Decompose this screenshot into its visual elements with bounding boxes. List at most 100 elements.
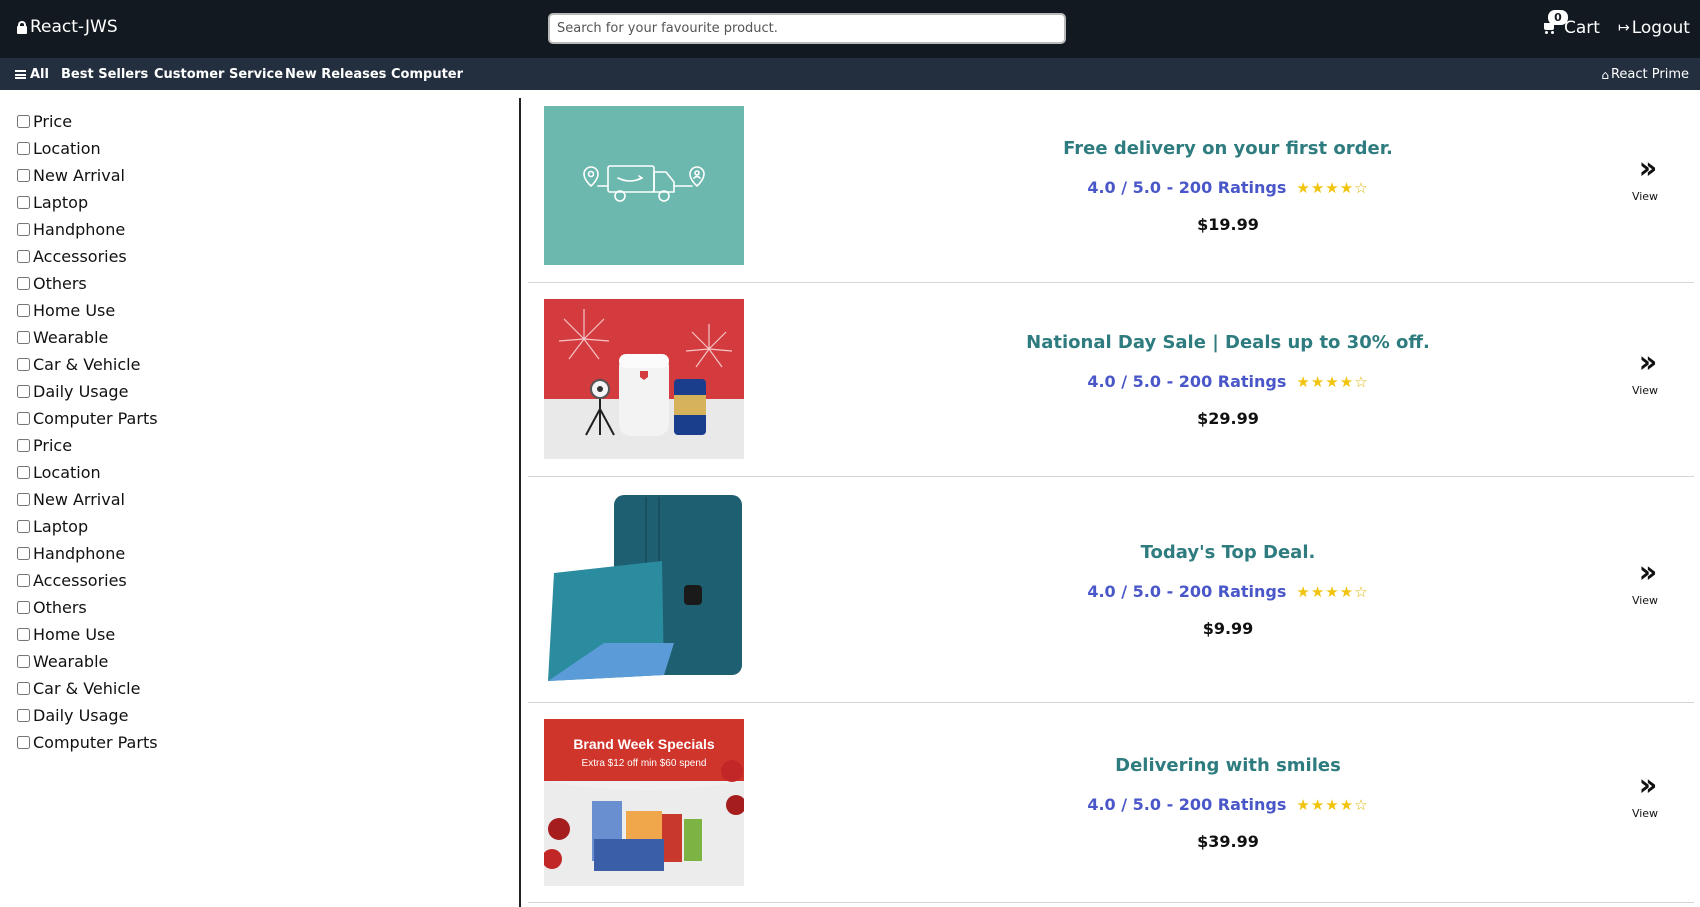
filter-option[interactable]: Home Use xyxy=(16,297,506,324)
filter-option[interactable]: New Arrival xyxy=(16,486,506,513)
star-rating-icon: ★★★★☆ xyxy=(1296,795,1369,814)
rating-text: 4.0 / 5.0 - 200 Ratings xyxy=(1087,372,1287,391)
logout-icon: ↦ xyxy=(1618,20,1630,36)
filter-checkbox[interactable] xyxy=(17,709,30,722)
filter-checkbox[interactable] xyxy=(17,736,30,749)
star-rating-icon: ★★★★☆ xyxy=(1296,372,1369,391)
filter-option[interactable]: Laptop xyxy=(16,189,506,216)
filter-checkbox[interactable] xyxy=(17,277,30,290)
filter-checkbox[interactable] xyxy=(17,250,30,263)
filter-checkbox[interactable] xyxy=(17,331,30,344)
filter-option[interactable]: Price xyxy=(16,432,506,459)
filter-option[interactable]: Home Use xyxy=(16,621,506,648)
rating-text: 4.0 / 5.0 - 200 Ratings xyxy=(1087,582,1287,601)
product-rating: 4.0 / 5.0 - 200 Ratings ★★★★☆ xyxy=(828,178,1628,197)
filter-checkbox[interactable] xyxy=(17,547,30,560)
filter-label: Location xyxy=(33,463,101,482)
filter-label: Car & Vehicle xyxy=(33,679,141,698)
nav-all-button[interactable]: All xyxy=(15,67,49,82)
filter-option[interactable]: Computer Parts xyxy=(16,405,506,432)
double-chevron-right-icon: ›› xyxy=(1638,151,1658,186)
filter-option[interactable]: Handphone xyxy=(16,216,506,243)
product-title[interactable]: Free delivery on your first order. xyxy=(828,138,1628,159)
filter-checkbox[interactable] xyxy=(17,304,30,317)
product-row: National Day Sale | Deals up to 30% off.… xyxy=(528,283,1694,477)
nav-best-sellers[interactable]: Best Sellers xyxy=(61,67,148,82)
filter-label: Laptop xyxy=(33,193,89,212)
product-info: Delivering with smiles 4.0 / 5.0 - 200 R… xyxy=(828,755,1628,851)
filter-label: Home Use xyxy=(33,625,116,644)
brand-logo[interactable]: React-JWS xyxy=(17,17,118,37)
product-title[interactable]: National Day Sale | Deals up to 30% off. xyxy=(828,332,1628,353)
filter-checkbox[interactable] xyxy=(17,412,30,425)
nav-computer[interactable]: Computer xyxy=(391,67,463,82)
filter-checkbox[interactable] xyxy=(17,655,30,668)
product-rating: 4.0 / 5.0 - 200 Ratings ★★★★☆ xyxy=(828,582,1628,601)
filter-option[interactable]: Daily Usage xyxy=(16,378,506,405)
rating-text: 4.0 / 5.0 - 200 Ratings xyxy=(1087,178,1287,197)
filter-label: Price xyxy=(33,112,73,131)
filter-checkbox[interactable] xyxy=(17,493,30,506)
filter-checkbox[interactable] xyxy=(17,358,30,371)
filter-option[interactable]: Car & Vehicle xyxy=(16,675,506,702)
product-image-delivery-truck[interactable] xyxy=(544,106,744,265)
national-day-sale-image xyxy=(544,309,744,459)
product-title[interactable]: Delivering with smiles xyxy=(828,755,1628,776)
filter-option[interactable]: Laptop xyxy=(16,513,506,540)
filter-option[interactable]: Wearable xyxy=(16,648,506,675)
filter-option[interactable]: Accessories xyxy=(16,243,506,270)
search-input[interactable] xyxy=(548,13,1066,44)
nav-customer-service[interactable]: Customer Service xyxy=(154,67,283,82)
view-label: View xyxy=(1631,594,1659,607)
react-prime-link[interactable]: ⌂ React Prime xyxy=(1601,67,1689,82)
product-image-tablet-case[interactable] xyxy=(544,493,744,683)
logout-button[interactable]: ↦ Logout xyxy=(1618,18,1690,38)
filter-checkbox[interactable] xyxy=(17,628,30,641)
product-price: $29.99 xyxy=(1197,409,1259,428)
filter-option[interactable]: Location xyxy=(16,459,506,486)
filter-label: Others xyxy=(33,598,87,617)
filter-checkbox[interactable] xyxy=(17,520,30,533)
filter-option[interactable]: Others xyxy=(16,594,506,621)
filter-checkbox[interactable] xyxy=(17,223,30,236)
filter-checkbox[interactable] xyxy=(17,115,30,128)
view-button[interactable]: ›› View xyxy=(1622,768,1668,821)
view-button[interactable]: ›› View xyxy=(1622,558,1668,608)
lock-icon xyxy=(17,20,27,34)
filter-checkbox[interactable] xyxy=(17,439,30,452)
double-chevron-right-icon: ›› xyxy=(1638,768,1658,803)
view-button[interactable]: ›› View xyxy=(1622,348,1668,398)
hamburger-icon xyxy=(15,70,26,79)
filter-checkbox[interactable] xyxy=(17,601,30,614)
filter-option[interactable]: Wearable xyxy=(16,324,506,351)
filter-checkbox[interactable] xyxy=(17,196,30,209)
filter-checkbox[interactable] xyxy=(17,682,30,695)
filter-option[interactable]: Computer Parts xyxy=(16,729,506,756)
filter-option[interactable]: Accessories xyxy=(16,567,506,594)
filter-option[interactable]: Location xyxy=(16,135,506,162)
product-image-national-day-sale[interactable] xyxy=(544,299,744,459)
filter-checkbox[interactable] xyxy=(17,169,30,182)
filter-option[interactable]: Car & Vehicle xyxy=(16,351,506,378)
filter-checkbox[interactable] xyxy=(17,385,30,398)
logout-label: Logout xyxy=(1631,18,1690,38)
filter-option[interactable]: Price xyxy=(16,108,506,135)
filter-option[interactable]: New Arrival xyxy=(16,162,506,189)
product-image-brand-week[interactable]: Brand Week Specials Extra $12 off min $6… xyxy=(544,719,744,886)
product-row: Brand Week Specials Extra $12 off min $6… xyxy=(528,703,1694,903)
filter-checkbox[interactable] xyxy=(17,574,30,587)
product-title[interactable]: Today's Top Deal. xyxy=(828,542,1628,563)
filter-label: Computer Parts xyxy=(33,733,158,752)
brand-name: React-JWS xyxy=(30,17,118,37)
nav-new-releases[interactable]: New Releases xyxy=(285,67,386,82)
prime-label: React Prime xyxy=(1610,67,1689,82)
star-rating-icon: ★★★★☆ xyxy=(1296,178,1369,197)
product-price: $19.99 xyxy=(1197,215,1259,234)
filter-checkbox[interactable] xyxy=(17,142,30,155)
cart-label: Cart xyxy=(1564,18,1600,38)
filter-option[interactable]: Handphone xyxy=(16,540,506,567)
filter-option[interactable]: Daily Usage xyxy=(16,702,506,729)
filter-checkbox[interactable] xyxy=(17,466,30,479)
filter-option[interactable]: Others xyxy=(16,270,506,297)
view-button[interactable]: ›› View xyxy=(1622,151,1668,204)
